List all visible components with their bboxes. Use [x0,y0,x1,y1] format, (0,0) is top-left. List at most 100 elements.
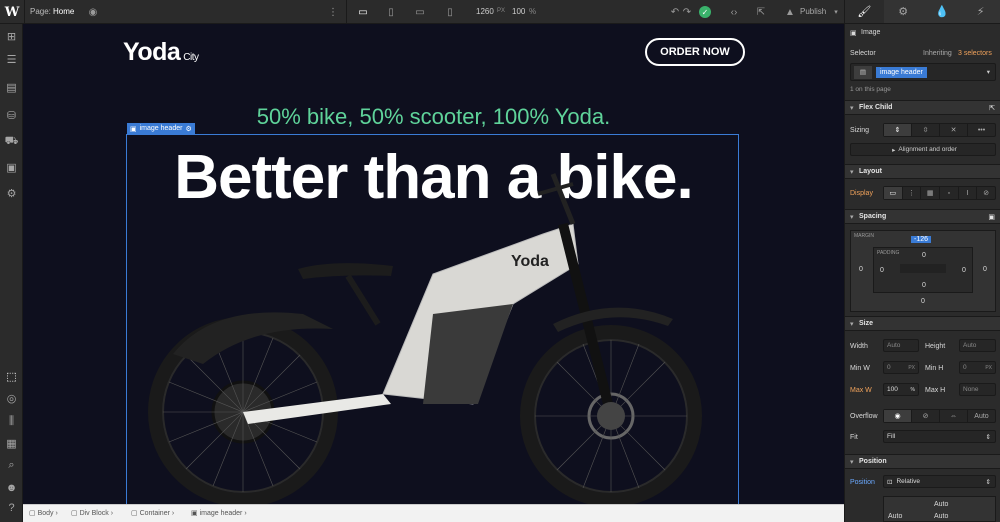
publish-button[interactable]: Publish [800,7,826,16]
export-icon[interactable]: ⇱ [754,5,768,19]
padding-right-value[interactable]: 0 [962,267,966,274]
padding-left-value[interactable]: 0 [880,267,884,274]
navigator-icon[interactable]: ☰ [4,52,19,67]
style-tab-brush-icon[interactable]: 🖌 [845,0,884,23]
pages-icon[interactable]: ▤ [4,80,19,95]
overflow-scroll-icon[interactable]: ⇔ [940,410,968,422]
eye-icon[interactable]: ◉ [86,5,100,19]
margin-right-value[interactable]: 0 [983,266,987,273]
margin-box[interactable]: MARGIN -126 0 0 0 PADDING 0 0 0 0 [850,230,996,312]
page-name[interactable]: Home [53,7,74,16]
add-panel-icon[interactable]: ⊞ [4,29,19,44]
settings-tab-gear-icon[interactable]: ⚙ [883,0,923,23]
display-inline-icon[interactable]: I [959,187,978,199]
breadcrumb-item[interactable]: ▢ Container › [131,509,174,517]
inheriting-count[interactable]: 3 selectors [958,50,992,57]
selector-field[interactable]: ▤ image header ▾ [850,63,996,81]
more-icon[interactable]: ••• [968,124,995,136]
sizing-grow-icon[interactable]: ⇳ [912,124,940,136]
brand-logo[interactable]: Yoda City [123,38,199,67]
selector-chip[interactable]: image header [876,66,927,78]
margin-top-value[interactable]: -126 [911,236,932,243]
display-control[interactable]: ▭ ⋮ ▦ ▫ I ⊘ [883,186,996,200]
mobile-breakpoint-icon[interactable]: ▯ [443,5,457,19]
min-width-input[interactable]: 0 PX [883,361,919,374]
interactions-bolt-icon[interactable]: ⚡ [961,0,1000,23]
chevron-down-icon[interactable]: ▾ [987,68,990,76]
selected-element-name: image header [139,125,183,132]
alignment-order-button[interactable]: ▸ Alignment and order [850,143,996,156]
order-now-button[interactable]: ORDER NOW [645,38,745,66]
canvas-width[interactable]: 1260 [476,7,494,16]
display-none-icon[interactable]: ⊘ [977,187,995,199]
layout-section[interactable]: Layout [845,164,1000,179]
landscape-breakpoint-icon[interactable]: ▭ [413,5,427,19]
check-status-icon[interactable]: ✓ [699,6,711,18]
more-vertical-icon[interactable]: ⋮ [326,5,340,19]
position-left-value[interactable]: Auto [888,513,902,520]
height-label: Height [925,343,946,350]
search-icon[interactable]: ⌕ [4,458,19,473]
sizing-shrink-icon[interactable]: ⇕ [884,124,912,136]
assets-icon[interactable]: ▣ [4,160,19,175]
spacing-toggle-icon[interactable]: ▣ [988,213,995,221]
settings-gear-icon[interactable]: ⚙ [185,125,191,133]
max-height-input[interactable]: None [959,383,996,396]
design-canvas[interactable]: Yoda City ORDER NOW 50% bike, 50% scooter… [23,24,844,504]
redo-icon[interactable]: ↷ [680,5,694,19]
tablet-breakpoint-icon[interactable]: ▯ [384,5,398,19]
position-top-value[interactable]: Auto [934,501,948,508]
layout-icon[interactable]: ▦ [4,436,19,451]
top-toolbar: W Page: Home ◉ ⋮ ▭ ▯ ▭ ▯ 1260 PX 100 % ↶… [0,0,844,24]
publish-icon[interactable]: ▲ [783,5,797,19]
position-select[interactable]: ⊡ Relative ⇕ [883,475,996,488]
display-grid-icon[interactable]: ▦ [921,187,941,199]
selected-element-tag[interactable]: ▣ image header ⚙ [127,123,195,134]
settings-gear-icon[interactable]: ⚙ [4,186,19,201]
overflow-hidden-icon[interactable]: ⊘ [912,410,940,422]
max-width-input[interactable]: 100% [883,383,919,396]
expand-icon[interactable]: ⇱ [989,104,995,112]
size-section[interactable]: Size [845,316,1000,331]
display-flex-icon[interactable]: ⋮ [903,187,922,199]
sizing-control[interactable]: ⇕ ⇳ ✕ ••• [883,123,996,137]
cms-icon[interactable]: ⛁ [4,108,19,123]
margin-left-value[interactable]: 0 [859,266,863,273]
fit-select[interactable]: Fill ⇕ [883,430,996,443]
zoom-level[interactable]: 100 [512,7,525,16]
breadcrumb-item[interactable]: ▣ image header › [191,509,247,517]
breadcrumb-item[interactable]: ▢ Div Block › [71,509,113,517]
help-icon[interactable]: ? [4,500,19,515]
sizing-none-icon[interactable]: ✕ [940,124,968,136]
overflow-auto[interactable]: Auto [968,410,995,422]
padding-box[interactable]: PADDING 0 0 0 0 [873,247,973,293]
display-label: Display [850,190,873,197]
overflow-visible-icon[interactable]: ◉ [884,410,912,422]
margin-bottom-value[interactable]: 0 [921,298,925,305]
overflow-control[interactable]: ◉ ⊘ ⇔ Auto [883,409,996,423]
spacing-section[interactable]: Spacing▣ [845,209,1000,224]
preview-icon[interactable]: ◎ [4,391,19,406]
height-input[interactable]: Auto [959,339,996,352]
ecommerce-icon[interactable]: ⛟ [4,134,19,149]
position-offsets-box[interactable]: Auto Auto Auto [883,496,996,522]
padding-bottom-value[interactable]: 0 [922,282,926,289]
display-inline-block-icon[interactable]: ▫ [940,187,959,199]
select-cursor-icon[interactable]: ⬚ [4,369,19,384]
code-icon[interactable]: ‹› [727,5,741,19]
width-input[interactable]: Auto [883,339,919,352]
padding-top-value[interactable]: 0 [922,252,926,259]
selector-options-icon[interactable]: ▤ [854,65,872,79]
style-manager-drops-icon[interactable]: 💧 [922,0,962,23]
display-block-icon[interactable]: ▭ [884,187,903,199]
position-inner-value[interactable]: Auto [934,513,948,520]
min-height-input[interactable]: 0 PX [959,361,996,374]
users-icon[interactable]: ☻ [4,480,19,495]
grid-guides-icon[interactable]: ⫼ [4,414,19,429]
flex-child-section[interactable]: Flex Child⇱ [845,100,1000,115]
breadcrumb-item[interactable]: ▢ Body › [29,509,58,517]
position-section[interactable]: Position [845,454,1000,469]
chevron-down-icon[interactable]: ▾ [829,5,843,19]
desktop-breakpoint-icon[interactable]: ▭ [354,5,372,19]
webflow-logo[interactable]: W [0,0,24,24]
